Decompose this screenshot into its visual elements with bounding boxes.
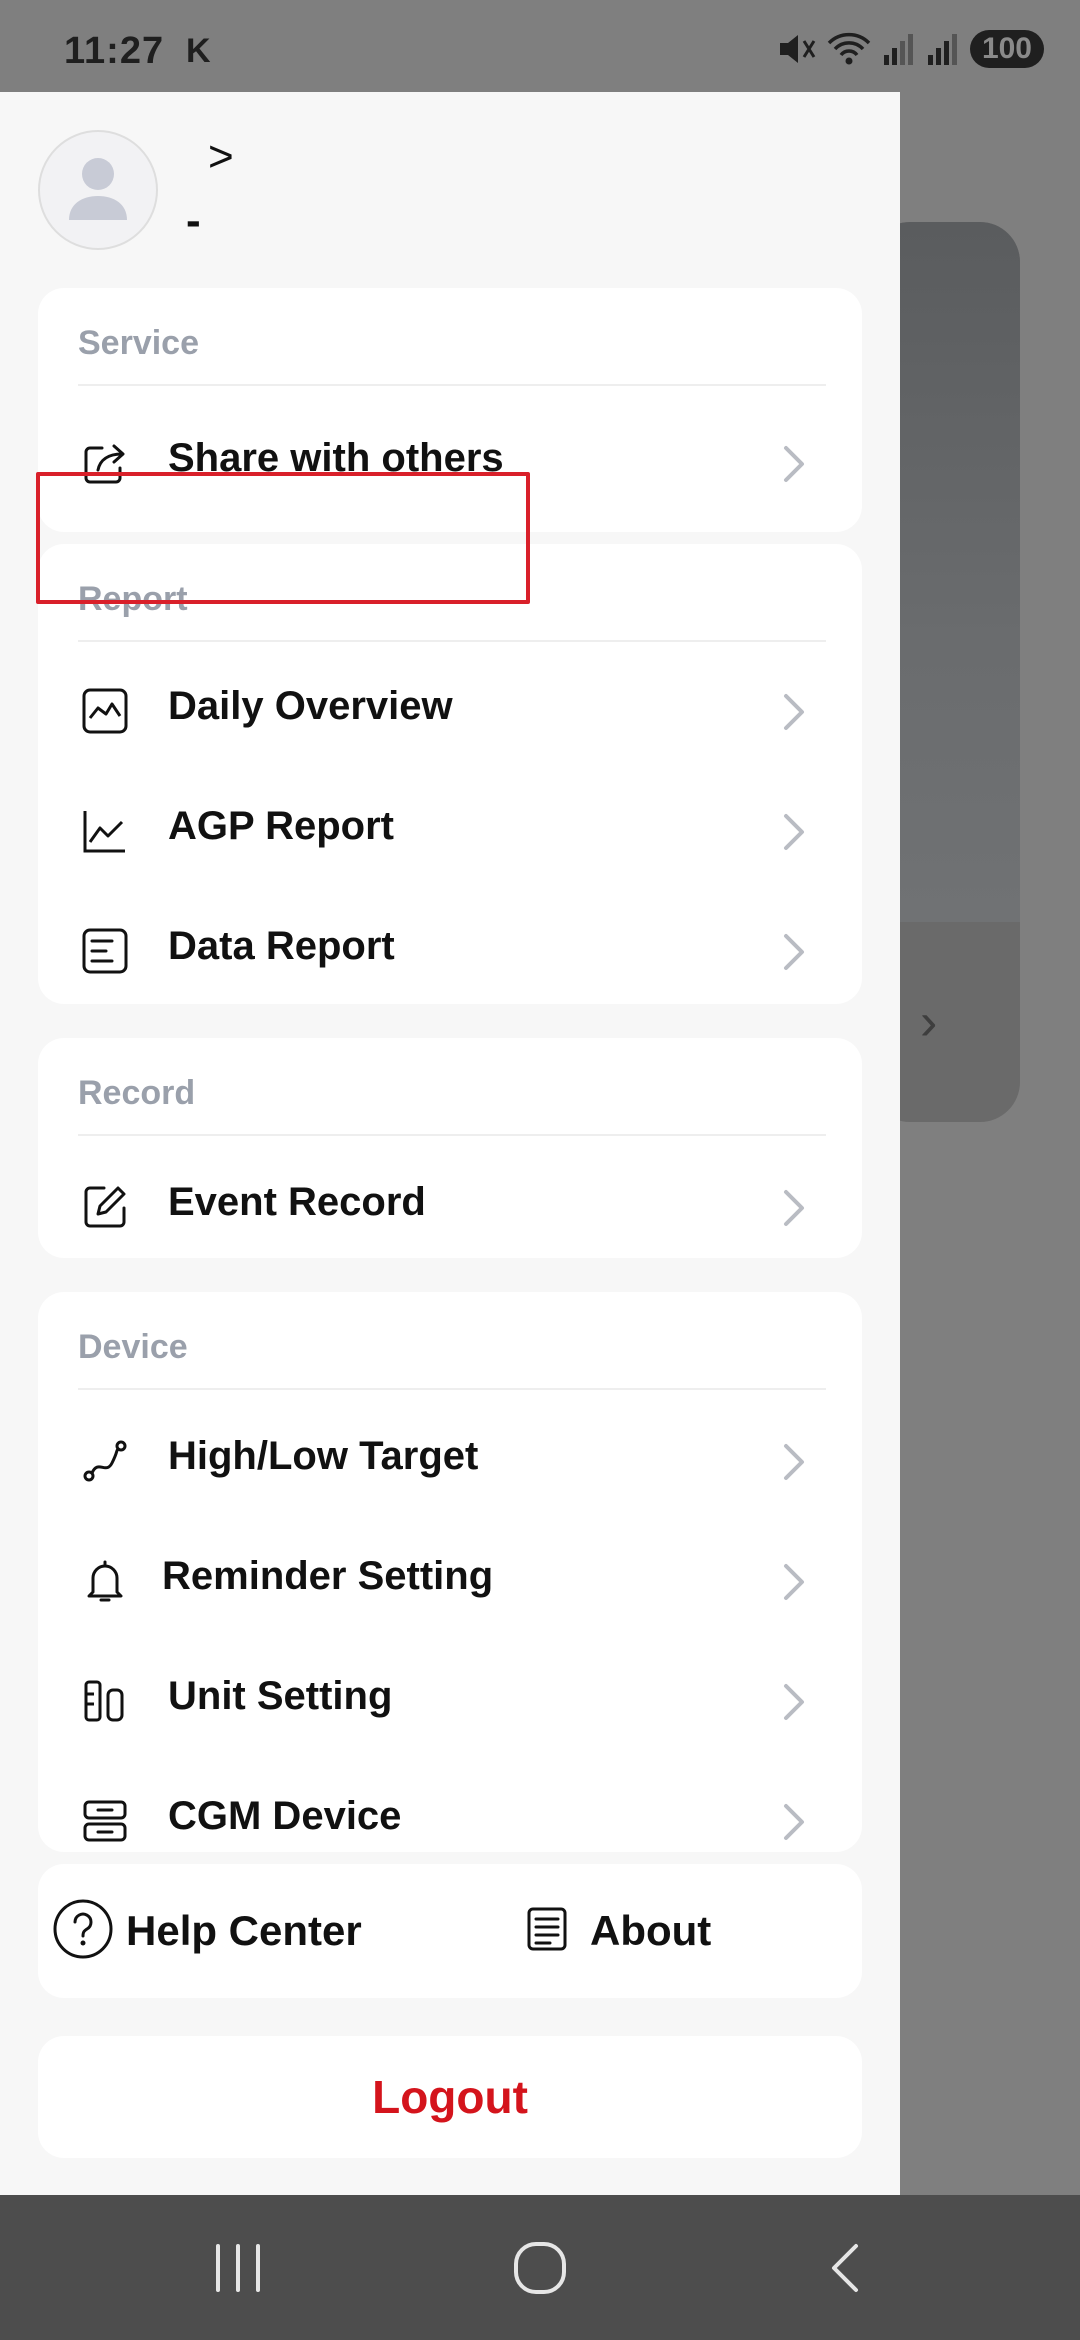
wifi-icon bbox=[826, 31, 872, 67]
menu-item-label: Unit Setting bbox=[168, 1674, 393, 1718]
menu-item-unit-setting[interactable]: Unit Setting bbox=[38, 1636, 862, 1756]
menu-item-label: Data Report bbox=[168, 924, 395, 968]
daily-chart-icon bbox=[78, 684, 132, 738]
edit-icon bbox=[78, 1180, 132, 1234]
status-carrier-letter: K bbox=[186, 32, 211, 70]
chevron-right-icon bbox=[780, 810, 810, 854]
bottom-links: Help Center About bbox=[38, 1864, 862, 1998]
bell-icon bbox=[78, 1554, 132, 1608]
menu-item-label: Reminder Setting bbox=[162, 1554, 494, 1598]
service-section: Service Share with others bbox=[38, 288, 862, 532]
chevron-right-icon bbox=[780, 1186, 810, 1230]
help-icon bbox=[52, 1898, 114, 1965]
menu-item-label: AGP Report bbox=[168, 804, 394, 848]
section-header-report: Report bbox=[78, 580, 188, 618]
line-chart-icon bbox=[78, 804, 132, 858]
profile-subtitle: - bbox=[186, 196, 201, 245]
menu-item-share-with-others[interactable]: Share with others bbox=[38, 398, 862, 518]
recent-apps-button[interactable] bbox=[198, 2235, 278, 2301]
about-label: About bbox=[590, 1907, 712, 1954]
help-center-label: Help Center bbox=[126, 1907, 362, 1954]
device-section: Device High/Low Target Reminder Setting bbox=[38, 1292, 862, 1852]
report-section: Report Daily Overview AGP Report Data Re… bbox=[38, 544, 862, 1004]
menu-item-label: CGM Device bbox=[168, 1794, 402, 1838]
about-icon bbox=[522, 1904, 572, 1959]
menu-item-label: Daily Overview bbox=[168, 684, 453, 728]
system-nav-bar bbox=[0, 2195, 1080, 2340]
back-button[interactable] bbox=[804, 2235, 884, 2301]
chevron-right-icon bbox=[780, 442, 810, 486]
divider bbox=[78, 1388, 826, 1390]
menu-item-label: Event Record bbox=[168, 1180, 426, 1224]
record-section: Record Event Record bbox=[38, 1038, 862, 1258]
menu-item-reminder-setting[interactable]: Reminder Setting bbox=[38, 1516, 862, 1636]
chevron-right-icon bbox=[780, 1560, 810, 1604]
status-icons: 100 bbox=[776, 30, 1044, 68]
section-header-record: Record bbox=[78, 1074, 196, 1112]
about-link[interactable]: About bbox=[522, 1864, 711, 1998]
device-icon bbox=[78, 1794, 132, 1848]
menu-item-cgm-device[interactable]: CGM Device bbox=[38, 1756, 862, 1876]
share-icon bbox=[78, 436, 132, 490]
profile-header[interactable]: > - bbox=[38, 130, 838, 250]
user-avatar-icon[interactable] bbox=[38, 130, 158, 250]
menu-item-event-record[interactable]: Event Record bbox=[38, 1142, 862, 1262]
chevron-right-icon bbox=[780, 1440, 810, 1484]
help-center-link[interactable]: Help Center bbox=[52, 1864, 362, 1998]
chevron-right-icon bbox=[780, 930, 810, 974]
profile-chevron[interactable]: > bbox=[208, 132, 234, 182]
menu-item-label: Share with others bbox=[168, 436, 504, 480]
chevron-right-icon: › bbox=[920, 993, 938, 1051]
chevron-right-icon bbox=[780, 1800, 810, 1844]
divider bbox=[78, 640, 826, 642]
logout-label: Logout bbox=[372, 2071, 528, 2123]
home-button[interactable] bbox=[500, 2235, 580, 2301]
menu-item-daily-overview[interactable]: Daily Overview bbox=[38, 646, 862, 766]
section-header-device: Device bbox=[78, 1328, 188, 1366]
chevron-right-icon bbox=[780, 1680, 810, 1724]
side-drawer: > - Service Share with others Report Dai… bbox=[0, 92, 900, 2195]
divider bbox=[78, 384, 826, 386]
menu-item-agp-report[interactable]: AGP Report bbox=[38, 766, 862, 886]
mute-icon bbox=[776, 31, 816, 67]
document-list-icon bbox=[78, 924, 132, 978]
curve-icon bbox=[78, 1434, 132, 1488]
status-time: 11:27 bbox=[64, 30, 165, 72]
signal-icon-2 bbox=[926, 31, 960, 67]
unit-icon bbox=[78, 1674, 132, 1728]
divider bbox=[78, 1134, 826, 1136]
logout-button[interactable]: Logout bbox=[38, 2036, 862, 2158]
menu-item-data-report[interactable]: Data Report bbox=[38, 886, 862, 1006]
chevron-right-icon bbox=[780, 690, 810, 734]
status-bar: 11:27 K 100 bbox=[0, 0, 1080, 92]
section-header-service: Service bbox=[78, 324, 199, 362]
menu-item-label: High/Low Target bbox=[168, 1434, 479, 1478]
signal-icon bbox=[882, 31, 916, 67]
menu-item-high-low-target[interactable]: High/Low Target bbox=[38, 1396, 862, 1516]
battery-indicator: 100 bbox=[969, 30, 1044, 68]
